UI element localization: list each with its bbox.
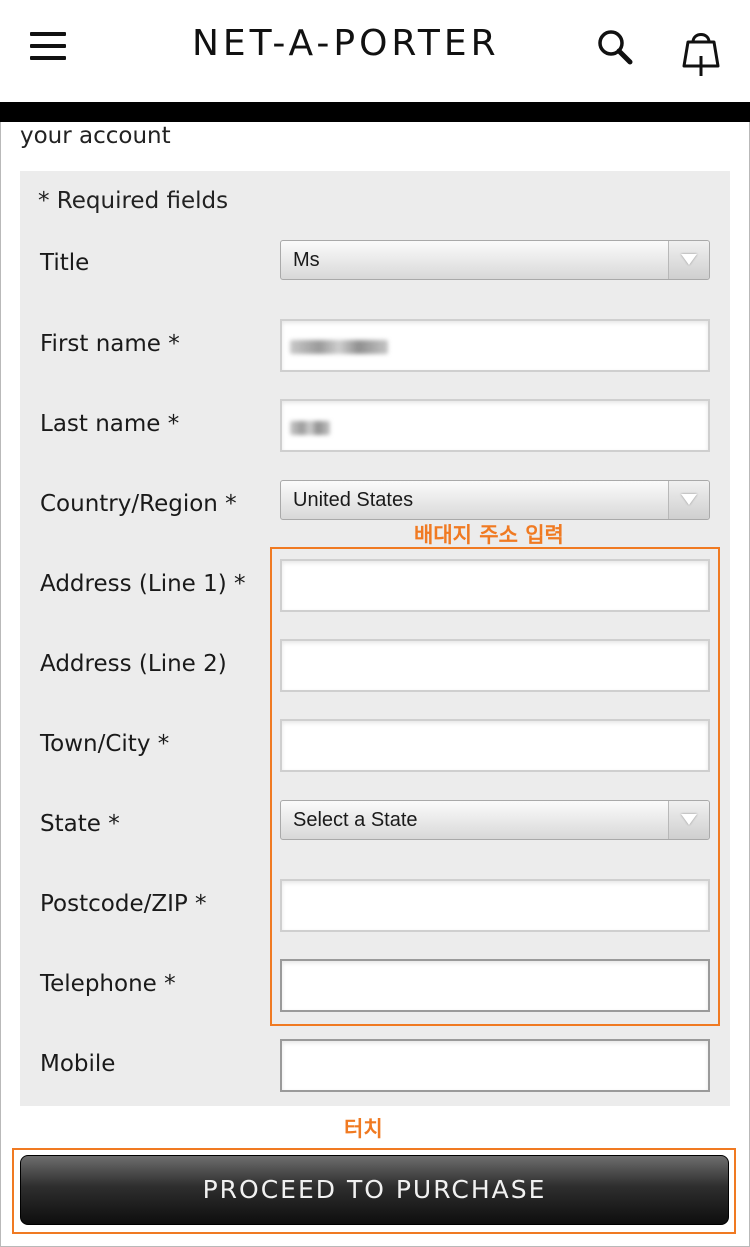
country-select-value: United States [293,489,414,511]
state-label: State * [40,811,120,837]
chevron-down-icon [681,254,697,265]
state-select[interactable]: Select a State [280,800,710,840]
intro-text: your account [20,123,171,149]
chevron-down-icon [681,814,697,825]
last-name-input[interactable] [280,399,710,452]
hamburger-menu-icon[interactable] [30,28,66,62]
state-select-value: Select a State [293,809,418,831]
city-input[interactable] [280,719,710,772]
site-header: NET-A-PORTER [0,0,750,102]
proceed-to-purchase-button[interactable]: PROCEED TO PURCHASE [20,1155,729,1225]
site-logo[interactable]: NET-A-PORTER [192,22,558,66]
address-line2-input[interactable] [280,639,710,692]
state-select-arrow[interactable] [668,801,709,839]
title-select-value: Ms [293,249,320,271]
address-line1-label: Address (Line 1) * [40,571,246,597]
address-annotation-box [270,547,720,1026]
header-divider-bar [0,102,750,122]
postcode-label: Postcode/ZIP * [40,891,207,917]
first-name-label: First name * [40,331,180,357]
mobile-label: Mobile [40,1051,116,1077]
postcode-input[interactable] [280,879,710,932]
mobile-input[interactable] [280,1039,710,1092]
country-label: Country/Region * [40,491,237,517]
title-select[interactable]: Ms [280,240,710,280]
title-select-arrow[interactable] [668,241,709,279]
touch-annotation-text: 터치 [344,1117,383,1141]
first-name-blurred-value [290,340,388,354]
last-name-label: Last name * [40,411,180,437]
telephone-label: Telephone * [40,971,176,997]
telephone-input[interactable] [280,959,710,1012]
address-line2-label: Address (Line 2) [40,651,227,677]
title-label: Title [40,250,90,276]
first-name-input[interactable] [280,319,710,372]
required-fields-note: * Required fields [38,188,229,214]
shopping-bag-icon[interactable] [682,26,720,78]
country-select[interactable]: United States [280,480,710,520]
address-line1-input[interactable] [280,559,710,612]
chevron-down-icon [681,494,697,505]
search-icon[interactable] [596,28,634,66]
address-annotation-text: 배대지 주소 입력 [414,523,564,547]
city-label: Town/City * [40,731,170,757]
country-select-arrow[interactable] [668,481,709,519]
last-name-blurred-value [290,421,330,435]
